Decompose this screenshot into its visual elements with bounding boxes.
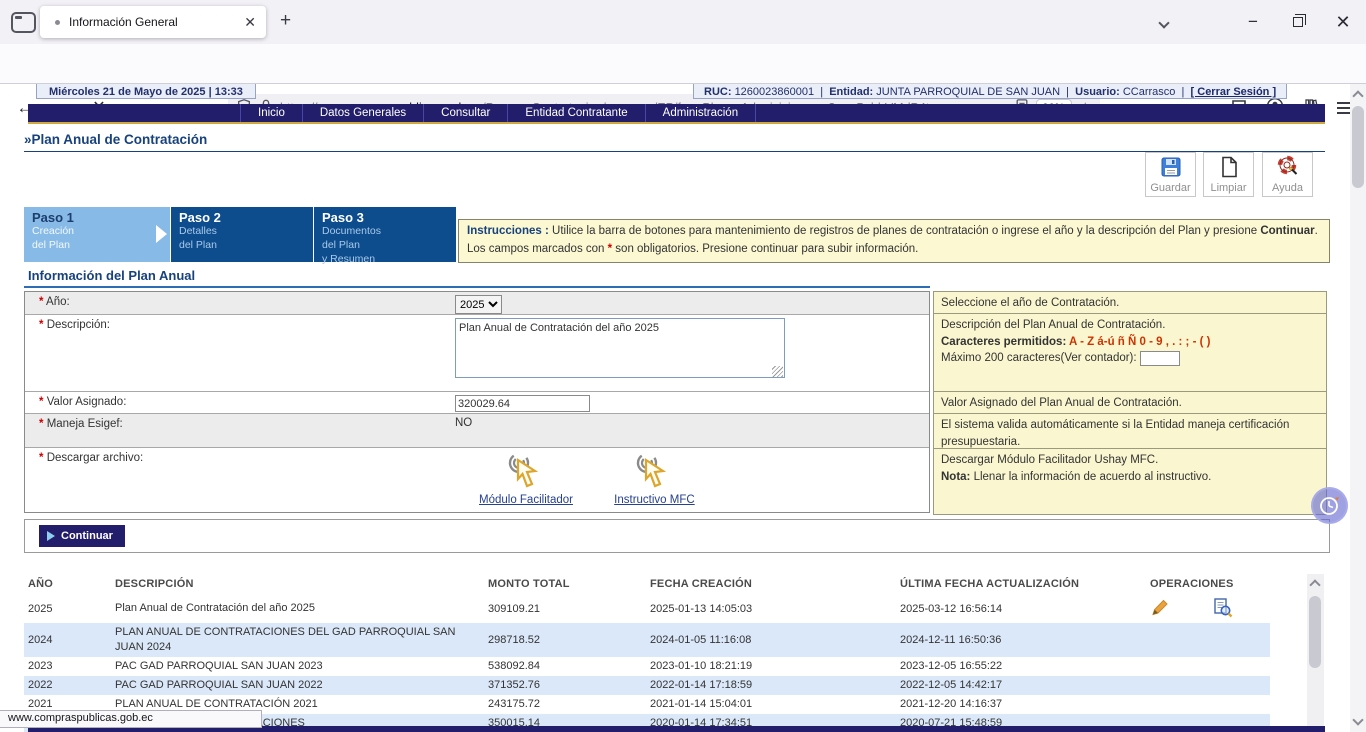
hint-ano: Seleccione el año de Contratación. xyxy=(933,291,1327,314)
site-datetime: Miércoles 21 de Mayo de 2025 | 13:33 xyxy=(36,84,256,99)
hint-descripcion: Descripción del Plan Anual de Contrataci… xyxy=(933,314,1327,392)
instructions-box: Instrucciones : Utilice la barra de boto… xyxy=(458,219,1330,263)
table-scrollbar[interactable] xyxy=(1307,574,1324,732)
arrow-right-icon xyxy=(47,531,55,541)
table-row[interactable]: 2022 PAC GAD PARROQUIAL SAN JUAN 2022 37… xyxy=(24,676,1270,695)
click-download-icon xyxy=(633,482,675,494)
modulo-facilitador-link: Módulo Facilitador xyxy=(479,494,573,506)
window-minimize-button[interactable]: − xyxy=(1238,8,1268,36)
window-close-button[interactable]: ✕ xyxy=(1328,8,1358,36)
esigef-label: Maneja Esigef: xyxy=(47,418,123,430)
tab-title: Información General xyxy=(69,15,235,29)
status-link-preview: www.compraspublicas.gob.ec xyxy=(0,710,262,728)
scroll-up-icon[interactable] xyxy=(1352,90,1363,101)
step-2-detalles[interactable]: Paso 2 Detalles del Plan xyxy=(171,207,313,262)
esigef-value: NO xyxy=(455,417,472,429)
save-button-label: Guardar xyxy=(1146,182,1195,194)
col-ano: AÑO xyxy=(24,578,111,590)
form-row-valor: * Valor Asignado: xyxy=(25,391,929,413)
browser-toolbar: ← → ✕ https://www.compraspublicas.gob.ec… xyxy=(0,44,1366,84)
continue-button[interactable]: Continuar xyxy=(39,525,125,547)
logout-link[interactable]: [ Cerrar Sesión ] xyxy=(1191,86,1277,98)
form-hints-column: Seleccione el año de Contratación. Descr… xyxy=(933,291,1327,515)
hint-esigef: El sistema valida automáticamente si la … xyxy=(933,414,1327,449)
edit-pencil-icon[interactable] xyxy=(1150,597,1170,620)
hint-valor: Valor Asignado del Plan Anual de Contrat… xyxy=(933,392,1327,414)
year-select[interactable]: 2025 xyxy=(455,295,502,314)
page-title: »Plan Anual de Contratación xyxy=(24,132,1325,152)
floating-clock-widget[interactable] xyxy=(1311,487,1348,524)
lifebuoy-help-icon xyxy=(1276,170,1300,182)
clear-button-label: Limpiar xyxy=(1204,182,1253,194)
char-counter-input[interactable] xyxy=(1140,351,1180,366)
help-button[interactable]: Ayuda xyxy=(1262,152,1313,197)
modulo-facilitador-download[interactable]: Módulo Facilitador xyxy=(479,451,573,506)
hint-descargar: Descargar Módulo Facilitador Ushay MFC. … xyxy=(933,449,1327,515)
table-header-row: AÑO DESCRIPCIÓN MONTO TOTAL FECHA CREACI… xyxy=(24,574,1270,594)
textarea-resize-grip-icon[interactable] xyxy=(772,366,783,377)
active-step-arrow-icon xyxy=(156,225,167,243)
scroll-up-icon[interactable] xyxy=(1309,579,1320,590)
form-row-ano: * Año: 2025 xyxy=(25,292,929,314)
assigned-value-label: Valor Asignado: xyxy=(47,396,127,408)
col-descripcion: DESCRIPCIÓN xyxy=(111,578,484,590)
click-download-icon xyxy=(505,482,547,494)
assigned-value-input[interactable] xyxy=(455,395,590,412)
step-3-documentos[interactable]: Paso 3 Documentos del Plan y Resumen xyxy=(314,207,456,262)
plan-form: * Año: 2025 * Descripción: Plan Anual de… xyxy=(24,291,930,513)
continue-section: Continuar xyxy=(24,519,1330,553)
help-button-label: Ayuda xyxy=(1263,182,1312,194)
browser-tab-bar: Información General ✕ + − ✕ xyxy=(0,0,1366,44)
table-row[interactable]: 2025 Plan Anual de Contratación del año … xyxy=(24,594,1270,623)
col-fecha-creacion: FECHA CREACIÓN xyxy=(646,578,896,590)
col-monto-total: MONTO TOTAL xyxy=(484,578,646,590)
clock-icon xyxy=(1318,494,1342,518)
tab-close-icon[interactable]: ✕ xyxy=(244,15,256,29)
description-textarea[interactable]: Plan Anual de Contratación del año 2025 xyxy=(455,318,785,378)
view-details-icon[interactable] xyxy=(1212,597,1233,621)
table-row[interactable]: 2024 PLAN ANUAL DE CONTRATACIONES DEL GA… xyxy=(24,623,1270,657)
year-label: Año: xyxy=(46,296,70,308)
nav-item-entidad-contratante[interactable]: Entidad Contratante xyxy=(507,104,644,122)
nav-item-inicio[interactable]: Inicio xyxy=(240,104,302,122)
save-button[interactable]: Guardar xyxy=(1145,152,1196,197)
clear-button[interactable]: Limpiar xyxy=(1203,152,1254,197)
window-restore-button[interactable] xyxy=(1283,8,1313,36)
plans-table: AÑO DESCRIPCIÓN MONTO TOTAL FECHA CREACI… xyxy=(24,574,1270,732)
floppy-disk-icon xyxy=(1159,170,1183,182)
browser-tab[interactable]: Información General ✕ xyxy=(40,6,266,38)
page-scrollbar-thumb[interactable] xyxy=(1352,106,1364,188)
table-row[interactable]: 2023 PAC GAD PARROQUIAL SAN JUAN 2023 53… xyxy=(24,657,1270,676)
instructivo-mfc-link: Instructivo MFC xyxy=(614,494,695,506)
col-ultima-actualizacion: ÚLTIMA FECHA ACTUALIZACIÓN xyxy=(896,578,1146,590)
nav-item-datos-generales[interactable]: Datos Generales xyxy=(302,104,423,122)
main-navigation: Inicio Datos Generales Consultar Entidad… xyxy=(28,104,1325,124)
table-scrollbar-thumb[interactable] xyxy=(1309,596,1321,668)
session-info-bar: RUC: 1260023860001 | Entidad: JUNTA PARR… xyxy=(693,84,1287,99)
step-1-creacion[interactable]: Paso 1 Creación del Plan xyxy=(24,207,170,262)
form-section-title: Información del Plan Anual xyxy=(24,268,930,288)
scroll-down-icon[interactable] xyxy=(1352,714,1363,725)
download-label: Descargar archivo: xyxy=(47,452,144,464)
instructivo-mfc-download[interactable]: Instructivo MFC xyxy=(614,451,695,506)
new-tab-button[interactable]: + xyxy=(280,10,291,32)
form-row-descripcion: * Descripción: Plan Anual de Contratació… xyxy=(25,314,929,391)
form-row-descargar: * Descargar archivo: Módulo Facilitador … xyxy=(25,447,929,512)
nav-item-administracion[interactable]: Administración xyxy=(645,104,756,122)
blank-page-icon xyxy=(1217,170,1241,182)
tab-favicon-dot-icon xyxy=(55,20,60,25)
description-label: Descripción: xyxy=(47,319,110,331)
form-row-esigef: * Maneja Esigef: NO xyxy=(25,413,929,447)
col-operaciones: OPERACIONES xyxy=(1146,578,1270,590)
nav-item-consultar[interactable]: Consultar xyxy=(423,104,507,122)
firefox-view-icon[interactable] xyxy=(11,12,36,33)
list-tabs-chevron-icon[interactable] xyxy=(1160,14,1168,32)
page-scrollbar[interactable] xyxy=(1350,84,1366,732)
